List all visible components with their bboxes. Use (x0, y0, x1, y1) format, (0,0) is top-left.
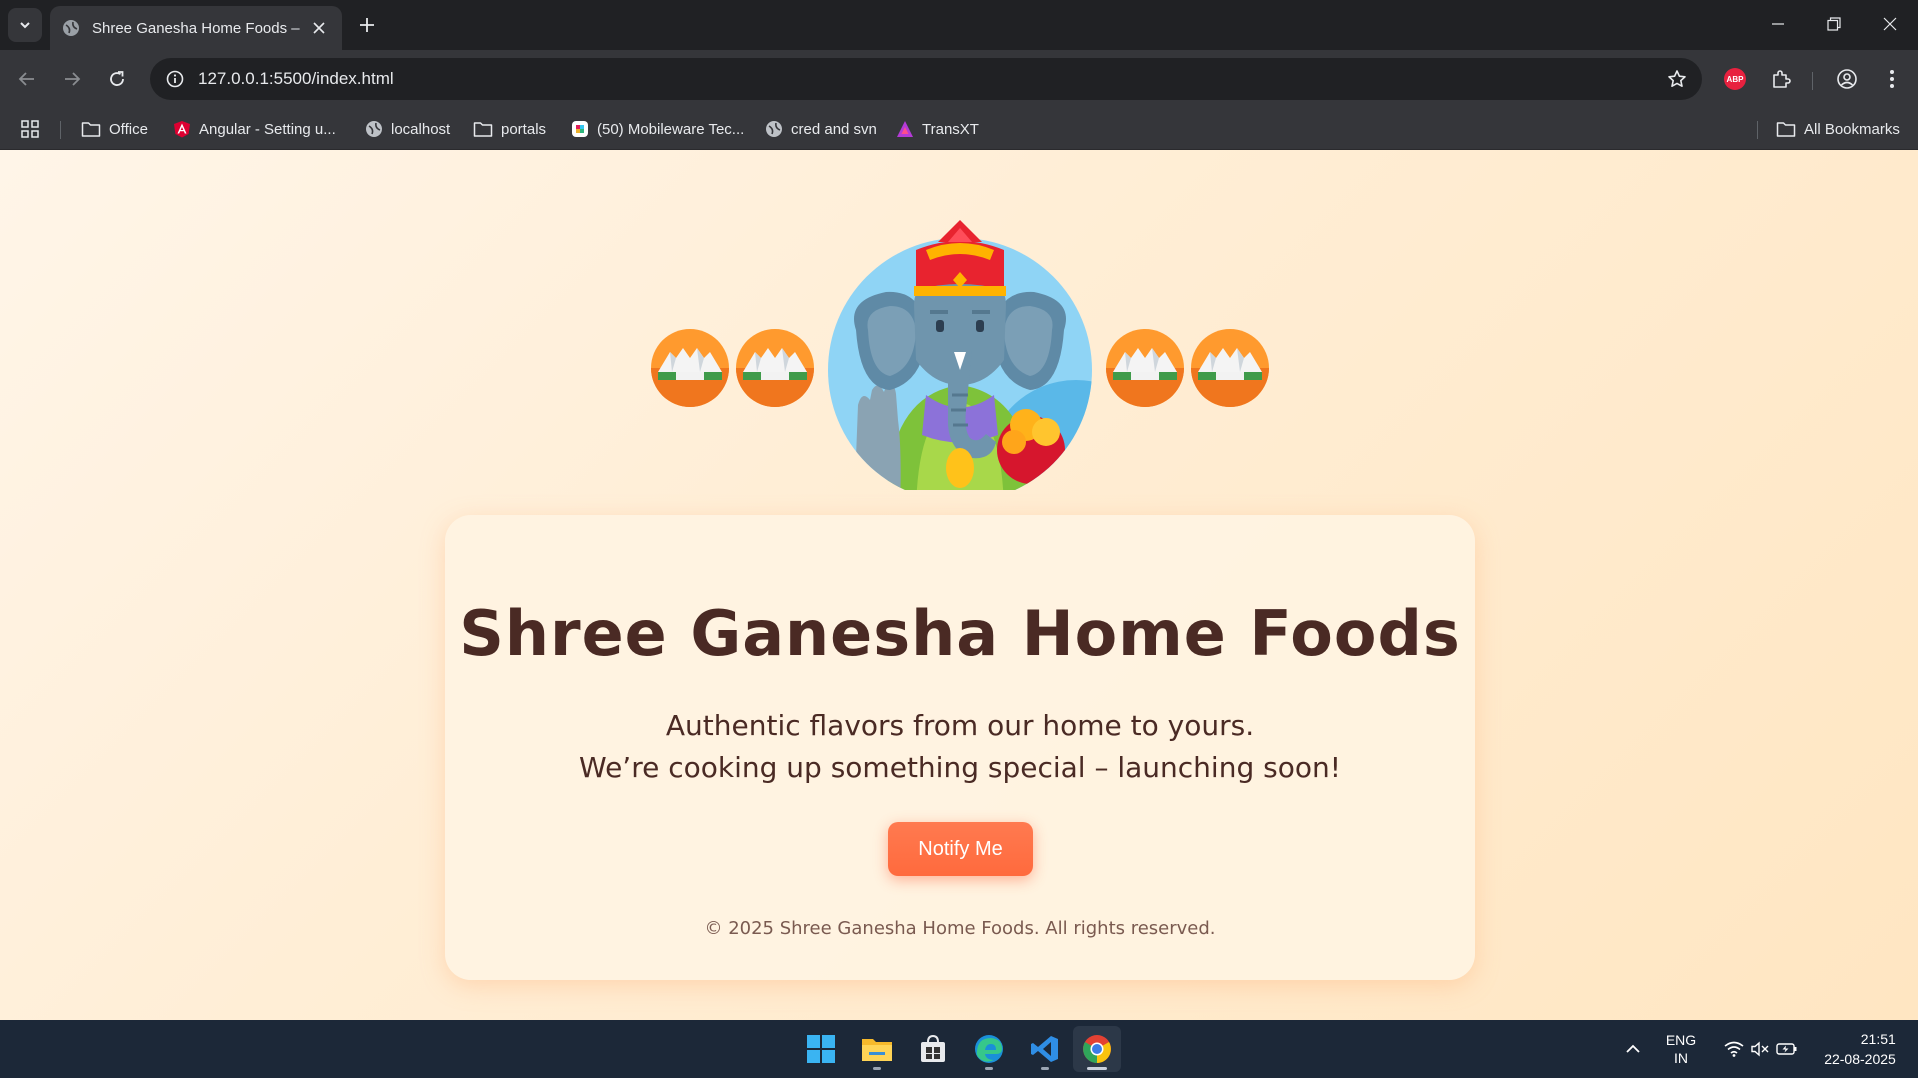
ganesha-logo-icon (828, 220, 1092, 490)
url-text[interactable]: 127.0.0.1:5500/index.html (198, 69, 394, 89)
chrome-button[interactable] (1073, 1026, 1121, 1072)
notify-me-button[interactable]: Notify Me (888, 822, 1033, 876)
start-icon (807, 1035, 835, 1063)
chevron-down-icon (20, 22, 30, 29)
clock-time: 21:51 (1860, 1031, 1896, 1047)
show-hidden-icons-button[interactable] (1618, 1020, 1648, 1078)
chrome-icon (1083, 1035, 1111, 1063)
logo-row (0, 185, 1918, 490)
chevron-up-icon (1626, 1044, 1640, 1053)
folder-icon (473, 122, 493, 137)
address-bar[interactable]: 127.0.0.1:5500/index.html (150, 58, 1702, 100)
close-tab-icon[interactable] (308, 17, 330, 39)
new-tab-button[interactable] (352, 10, 382, 40)
apps-grid-icon[interactable] (20, 116, 48, 142)
bookmark-angular[interactable]: Angular - Setting u... (173, 116, 336, 142)
clock-date: 22-08-2025 (1824, 1051, 1896, 1067)
store-button[interactable] (909, 1026, 957, 1072)
arrow-left-icon (18, 72, 34, 86)
volume-muted-icon (1751, 1041, 1769, 1057)
quick-settings-button[interactable] (1716, 1020, 1806, 1078)
vscode-button[interactable] (1021, 1026, 1069, 1072)
back-button[interactable] (10, 62, 44, 96)
folder-icon (1776, 122, 1796, 137)
browser-tab[interactable]: Shree Ganesha Home Foods – C (50, 6, 342, 50)
bookmark-cred-svn[interactable]: cred and svn (765, 116, 877, 142)
tab-search-button[interactable] (8, 8, 42, 42)
tagline-line-1: Authentic flavors from our home to yours… (665, 709, 1255, 742)
arrow-right-icon (65, 72, 81, 86)
sweets-bowl-icon (1191, 329, 1269, 407)
copyright-footer: © 2025 Shree Ganesha Home Foods. All rig… (704, 918, 1216, 939)
profile-icon[interactable] (1830, 62, 1864, 96)
running-indicator (873, 1067, 881, 1070)
browser-toolbar: 127.0.0.1:5500/index.html ABP (0, 50, 1918, 108)
minimize-button[interactable] (1750, 0, 1806, 48)
toolbar-divider (1812, 72, 1813, 90)
site-info-icon[interactable] (154, 58, 196, 100)
transxt-icon (897, 121, 913, 137)
store-icon (921, 1034, 945, 1062)
bookmark-office[interactable]: Office (81, 116, 148, 142)
tagline-line-2: We’re cooking up something special – lau… (579, 751, 1341, 784)
wifi-icon (1724, 1041, 1744, 1057)
tagline: Authentic flavors from our home to yours… (445, 705, 1475, 789)
tab-title: Shree Ganesha Home Foods – C (92, 19, 302, 37)
bookmark-star-icon[interactable] (1662, 64, 1692, 94)
bookmark-transxt[interactable]: TransXT (896, 116, 979, 142)
minimize-icon (1772, 23, 1784, 25)
reload-button[interactable] (100, 62, 134, 96)
reload-icon (110, 71, 124, 86)
launch-card: Shree Ganesha Home Foods Authentic flavo… (445, 515, 1475, 980)
restore-icon (1827, 17, 1841, 31)
bookmarks-divider (60, 121, 61, 139)
windows-taskbar: ENG IN 21:51 22-08-2025 (0, 1020, 1918, 1078)
page-viewport: Shree Ganesha Home Foods Authentic flavo… (0, 150, 1918, 1020)
plus-icon (360, 18, 374, 32)
forward-button[interactable] (55, 62, 89, 96)
tab-strip: Shree Ganesha Home Foods – C (0, 0, 1918, 50)
bookmarks-divider-right (1757, 121, 1758, 139)
restore-button[interactable] (1806, 0, 1862, 48)
all-bookmarks-button[interactable]: All Bookmarks (1776, 116, 1900, 142)
language-indicator[interactable]: ENG IN (1658, 1020, 1704, 1078)
chat-app-icon (572, 121, 588, 137)
angular-icon (174, 121, 190, 138)
start-button[interactable] (797, 1026, 845, 1072)
sweets-bowl-icon (651, 329, 729, 407)
sweets-bowl-icon (736, 329, 814, 407)
edge-button[interactable] (965, 1026, 1013, 1072)
bookmark-mobileware[interactable]: (50) Mobileware Tec... (571, 116, 744, 142)
globe-icon (366, 121, 382, 137)
file-explorer-button[interactable] (853, 1026, 901, 1072)
bookmarks-bar: Office Angular - Setting u... localhost … (0, 108, 1918, 150)
page-title: Shree Ganesha Home Foods (459, 597, 1461, 670)
menu-icon[interactable] (1875, 62, 1909, 96)
battery-charging-icon (1776, 1043, 1797, 1055)
edge-icon (975, 1035, 1003, 1063)
close-icon (1883, 17, 1897, 31)
adblock-extension-icon[interactable]: ABP (1718, 62, 1752, 96)
folder-icon (81, 122, 101, 137)
globe-icon (63, 20, 79, 36)
clock[interactable]: 21:51 22-08-2025 (1812, 1020, 1908, 1078)
bookmark-localhost[interactable]: localhost (365, 116, 450, 142)
sweets-bowl-icon (1106, 329, 1184, 407)
running-indicator (1041, 1067, 1049, 1070)
file-explorer-icon (862, 1039, 892, 1061)
close-window-button[interactable] (1862, 0, 1918, 48)
vscode-icon (1031, 1036, 1058, 1062)
extensions-icon[interactable] (1764, 62, 1798, 96)
bookmark-portals[interactable]: portals (473, 116, 546, 142)
running-indicator (1087, 1067, 1107, 1070)
globe-icon (766, 121, 782, 137)
running-indicator (985, 1067, 993, 1070)
